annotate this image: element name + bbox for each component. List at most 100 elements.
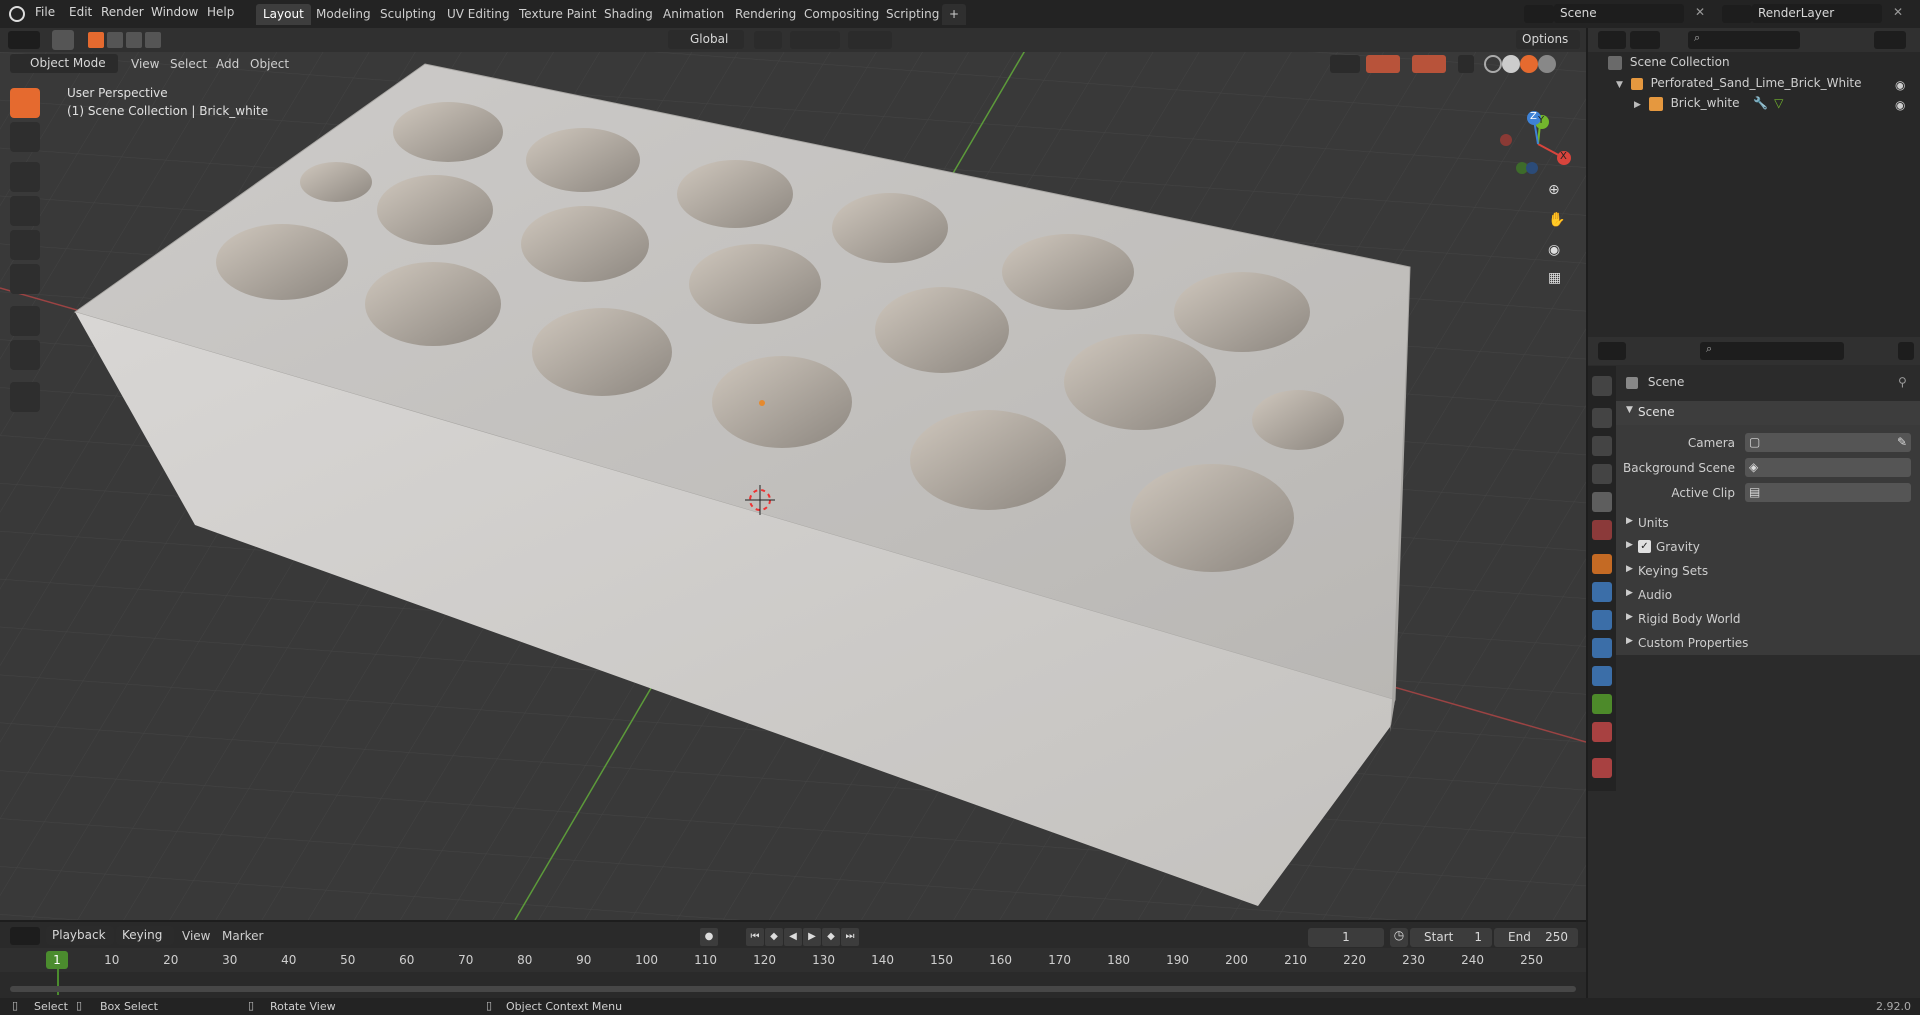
close-icon[interactable]: ✕ <box>1893 5 1903 19</box>
custom-properties-panel-header[interactable]: ▶ Custom Properties <box>1616 631 1920 655</box>
shading-material-icon[interactable] <box>1520 55 1538 73</box>
menu-file[interactable]: File <box>35 5 55 19</box>
select-box-tool-icon[interactable] <box>10 88 40 118</box>
move-tool-icon[interactable] <box>10 162 40 192</box>
camera-field[interactable]: ▢ ✎ <box>1745 433 1911 452</box>
tab-layout[interactable]: Layout <box>256 4 311 25</box>
scene-selector-icon[interactable] <box>1524 5 1554 23</box>
menu-marker[interactable]: Marker <box>222 929 263 943</box>
snap-icon[interactable] <box>790 31 840 49</box>
properties-search-input[interactable]: ⌕ <box>1700 342 1844 360</box>
tab-animation[interactable]: Animation <box>656 4 731 25</box>
menu-select[interactable]: Select <box>170 57 207 71</box>
select-tool-icon[interactable] <box>52 30 74 50</box>
texture-tab-icon[interactable] <box>1592 758 1612 778</box>
expand-arrow-icon[interactable]: ▼ <box>1616 80 1623 90</box>
transform-tool-icon[interactable] <box>10 264 40 294</box>
units-panel-header[interactable]: ▶ Units <box>1616 511 1920 535</box>
shading-solid-icon[interactable] <box>1502 55 1520 73</box>
object-tab-icon[interactable] <box>1592 554 1612 574</box>
particles-tab-icon[interactable] <box>1592 610 1612 630</box>
constraints-tab-icon[interactable] <box>1592 666 1612 686</box>
playhead[interactable]: 1 <box>46 951 68 969</box>
timeline-scrollbar[interactable] <box>10 986 1576 992</box>
blender-logo-icon[interactable] <box>9 6 25 22</box>
rigid-body-world-panel-header[interactable]: ▶ Rigid Body World <box>1616 607 1920 631</box>
data-tab-icon[interactable] <box>1592 694 1612 714</box>
jump-keyframe-back-button[interactable]: ◆ <box>765 928 783 946</box>
camera-view-icon[interactable]: ◉ <box>1548 242 1574 268</box>
menu-help[interactable]: Help <box>207 5 234 19</box>
current-frame-field[interactable]: 1 <box>1308 928 1384 947</box>
filter-icon[interactable] <box>1874 31 1906 49</box>
tab-compositing[interactable]: Compositing <box>797 4 886 25</box>
tab-texture-paint[interactable]: Texture Paint <box>512 4 603 25</box>
material-tab-icon[interactable] <box>1592 722 1612 742</box>
gravity-checkbox[interactable]: ✓ <box>1638 540 1651 553</box>
add-cube-tool-icon[interactable] <box>10 382 40 412</box>
eye-icon[interactable]: ◉ <box>1895 78 1905 92</box>
shading-wireframe-icon[interactable] <box>1484 55 1502 73</box>
tab-rendering[interactable]: Rendering <box>728 4 803 25</box>
active-clip-field[interactable]: ▤ <box>1745 483 1911 502</box>
gizmo-toggle-icon[interactable] <box>1366 55 1400 73</box>
play-reverse-button[interactable]: ◀ <box>784 928 802 946</box>
modifier-tab-icon[interactable] <box>1592 582 1612 602</box>
properties-editor-type-icon[interactable] <box>1598 342 1626 360</box>
menu-object[interactable]: Object <box>250 57 289 71</box>
proportional-editing-icon[interactable] <box>848 31 892 49</box>
tab-uv-editing[interactable]: UV Editing <box>440 4 517 25</box>
scene-tab-icon[interactable] <box>1592 492 1612 512</box>
render-tab-icon[interactable] <box>1592 408 1612 428</box>
measure-tool-icon[interactable] <box>10 340 40 370</box>
view-layer-field[interactable]: RenderLayer <box>1752 4 1882 23</box>
options-dropdown[interactable]: Options <box>1516 30 1580 49</box>
keying-sets-panel-header[interactable]: ▶ Keying Sets <box>1616 559 1920 583</box>
hand-pan-icon[interactable]: ✋ <box>1548 212 1574 238</box>
expand-arrow-icon[interactable]: ▶ <box>1634 100 1641 110</box>
pin-icon[interactable]: ⚲ <box>1898 375 1907 389</box>
mesh-data-icon[interactable]: ▽ <box>1774 96 1783 110</box>
end-frame-field[interactable]: End 250 <box>1494 928 1578 947</box>
gravity-panel-header[interactable]: ▶ ✓ Gravity <box>1616 535 1920 559</box>
tab-shading[interactable]: Shading <box>597 4 660 25</box>
scale-tool-icon[interactable] <box>10 230 40 260</box>
add-workspace-button[interactable]: + <box>942 4 967 25</box>
start-frame-field[interactable]: Start 1 <box>1410 928 1492 947</box>
jump-end-button[interactable]: ⏭ <box>841 928 859 946</box>
menu-window[interactable]: Window <box>151 5 198 19</box>
viewport-scene[interactable] <box>0 52 1586 920</box>
3d-viewport[interactable]: User Perspective (1) Scene Collection | … <box>0 52 1586 920</box>
modifier-wrench-icon[interactable]: 🔧 <box>1753 96 1768 110</box>
shading-rendered-icon[interactable] <box>1538 55 1556 73</box>
pivot-point-icon[interactable] <box>754 31 782 49</box>
close-icon[interactable]: ✕ <box>1695 5 1705 19</box>
playback-dropdown[interactable]: Playback <box>46 926 114 945</box>
play-button[interactable]: ▶ <box>803 928 821 946</box>
view-layer-selector-icon[interactable] <box>1722 5 1752 23</box>
tab-scripting[interactable]: Scripting <box>879 4 946 25</box>
tab-sculpting[interactable]: Sculpting <box>373 4 443 25</box>
keying-dropdown[interactable]: Keying <box>116 926 174 945</box>
perspective-toggle-icon[interactable]: ▦ <box>1548 270 1574 296</box>
scene-name-field[interactable]: Scene <box>1554 4 1684 23</box>
output-tab-icon[interactable] <box>1592 436 1612 456</box>
eyedropper-icon[interactable]: ✎ <box>1897 435 1907 449</box>
menu-view[interactable]: View <box>131 57 159 71</box>
chevron-down-icon[interactable] <box>1898 342 1914 360</box>
jump-keyframe-forward-button[interactable]: ◆ <box>822 928 840 946</box>
stopwatch-icon[interactable]: ◷ <box>1390 928 1408 947</box>
select-mode-subtract-icon[interactable] <box>126 32 142 48</box>
menu-render[interactable]: Render <box>101 5 144 19</box>
outliner-editor-type-icon[interactable] <box>1598 31 1626 49</box>
menu-edit[interactable]: Edit <box>69 5 92 19</box>
xray-toggle-icon[interactable] <box>1458 55 1474 73</box>
annotate-tool-icon[interactable] <box>10 306 40 336</box>
jump-start-button[interactable]: ⏮ <box>746 928 764 946</box>
outliner-root-row[interactable]: Scene Collection <box>1608 55 1908 75</box>
cursor-tool-icon[interactable] <box>10 122 40 152</box>
timeline-editor-type-icon[interactable] <box>10 927 40 945</box>
eye-icon[interactable]: ◉ <box>1895 98 1905 112</box>
menu-timeline-view[interactable]: View <box>182 929 210 943</box>
zoom-icon[interactable]: ⊕ <box>1548 182 1574 208</box>
